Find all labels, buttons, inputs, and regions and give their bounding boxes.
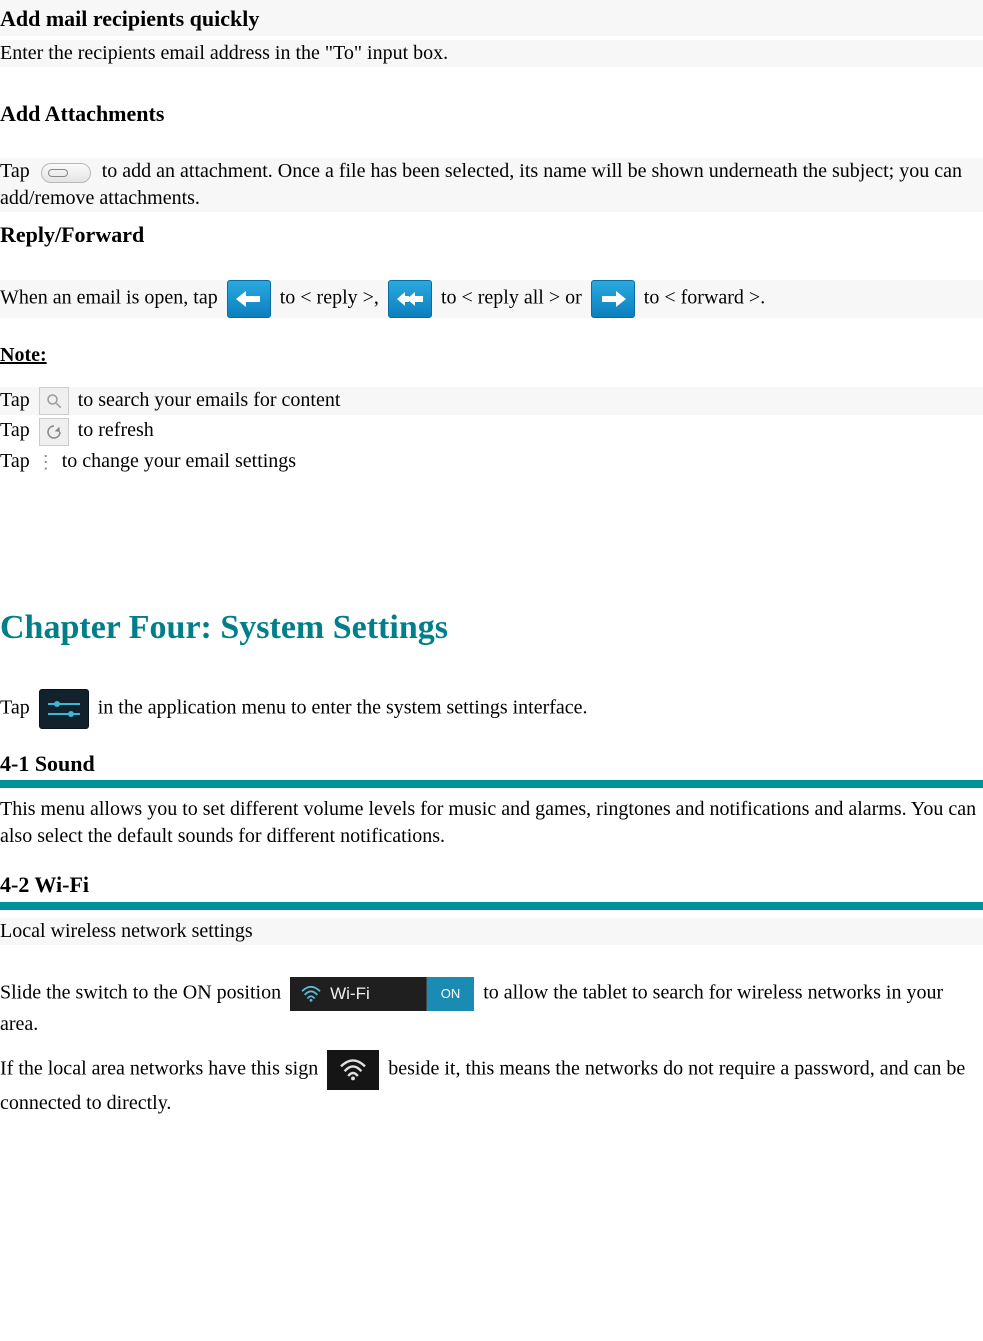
refresh-icon (39, 418, 69, 446)
wifi-open-body: If the local area networks have this sig… (0, 1050, 983, 1117)
chapter-title: Chapter Four: System Settings (0, 597, 983, 661)
chapter-intro-pre: Tap (0, 696, 35, 718)
reply-text-mid1: to < reply >, (280, 287, 384, 309)
note-refresh-pre: Tap (0, 419, 35, 441)
wifi-slide-pre: Slide the switch to the ON position (0, 982, 286, 1004)
sound-body: This menu allows you to set different vo… (0, 796, 983, 850)
chapter-intro-post: in the application menu to enter the sys… (98, 696, 588, 718)
note-search-pre: Tap (0, 389, 35, 411)
reply-text-post: to < forward >. (644, 287, 765, 309)
add-recipients-heading: Add mail recipients quickly (0, 0, 983, 36)
wifi-heading: 4-2 Wi-Fi (0, 870, 983, 900)
wifi-open-pre: If the local area networks have this sig… (0, 1058, 323, 1080)
note-heading: Note: (0, 342, 983, 369)
chapter-intro: Tap in the application menu to enter the… (0, 689, 983, 729)
settings-app-icon (39, 689, 89, 729)
attachment-icon (41, 163, 91, 183)
divider (0, 780, 983, 788)
forward-icon (591, 280, 635, 318)
note-search-line: Tap to search your emails for content (0, 387, 983, 415)
add-recipients-body: Enter the recipients email address in th… (0, 40, 983, 67)
sound-heading: 4-1 Sound (0, 749, 983, 779)
wifi-toggle-on: ON (426, 977, 475, 1011)
add-attachments-heading: Add Attachments (0, 95, 983, 131)
menu-dots-icon: ⋮ (39, 451, 53, 473)
attach-text-post: to add an attachment. Once a file has be… (0, 160, 962, 209)
wifi-slide-body: Slide the switch to the ON position Wi-F… (0, 977, 983, 1038)
note-settings-post: to change your email settings (62, 450, 296, 472)
reply-forward-body: When an email is open, tap to < reply >,… (0, 280, 983, 318)
wifi-toggle-label-area: Wi-Fi (290, 977, 426, 1011)
note-refresh-post: to refresh (78, 419, 154, 441)
divider (0, 902, 983, 910)
reply-icon (227, 280, 271, 318)
reply-forward-heading: Reply/Forward (0, 216, 983, 252)
reply-text-mid2: to < reply all > or (441, 287, 587, 309)
add-attachments-body: Tap to add an attachment. Once a file ha… (0, 158, 983, 212)
wifi-open-network-icon (327, 1050, 379, 1090)
wifi-toggle-label: Wi-Fi (330, 983, 370, 1006)
reply-text-pre: When an email is open, tap (0, 287, 223, 309)
wifi-signal-icon (300, 985, 322, 1003)
reply-all-icon (388, 280, 432, 318)
search-icon (39, 387, 69, 415)
wifi-toggle-bar: Wi-Fi ON (290, 977, 474, 1011)
note-settings-line: Tap ⋮ to change your email settings (0, 448, 983, 475)
note-search-post: to search your emails for content (78, 389, 341, 411)
wifi-subtitle: Local wireless network settings (0, 918, 983, 945)
note-refresh-line: Tap to refresh (0, 417, 983, 445)
note-settings-pre: Tap (0, 450, 35, 472)
attach-text-pre: Tap (0, 160, 35, 182)
